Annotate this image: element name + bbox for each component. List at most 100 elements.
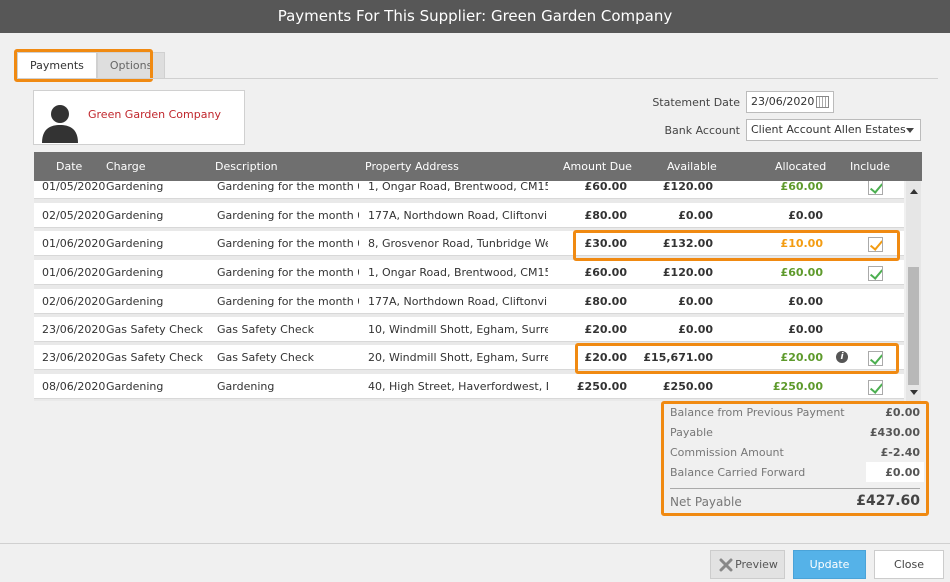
cell-allocated: £0.00 [788, 209, 823, 222]
cell-amount-due: £20.00 [584, 323, 627, 336]
include-checkbox[interactable] [868, 266, 883, 281]
col-available[interactable]: Available [667, 160, 717, 173]
table-row[interactable]: 01/06/2020 Gardening Gardening for the m… [34, 260, 904, 285]
cell-charge: Gardening [106, 209, 164, 222]
payable-label: Payable [670, 426, 713, 439]
cell-amount-due: £250.00 [576, 380, 627, 393]
table-row[interactable]: 01/06/2020 Gardening Gardening for the m… [34, 231, 904, 256]
summary-net-payable: Net Payable £427.60 [670, 488, 920, 510]
scroll-down-icon[interactable] [910, 390, 918, 395]
commission-label: Commission Amount [670, 446, 784, 459]
table-row[interactable]: 02/05/2020 Gardening Gardening for the m… [34, 203, 904, 228]
cell-amount-due: £60.00 [584, 266, 627, 279]
payment-summary: Balance from Previous Payment £0.00 Paya… [664, 404, 924, 512]
col-date[interactable]: Date [56, 160, 82, 173]
cell-description: Gardening for the month 0... [217, 295, 359, 308]
cell-charge: Gardening [106, 380, 164, 393]
cell-description: Gardening [217, 380, 275, 393]
bcf-value: £0.00 [885, 466, 920, 479]
calendar-icon[interactable] [816, 96, 829, 108]
cell-charge: Gas Safety Check [106, 351, 204, 364]
cell-date: 23/06/2020 [42, 323, 106, 336]
cell-description: Gardening for the month 0... [217, 181, 359, 193]
cell-amount-due: £20.00 [584, 351, 627, 364]
cell-address: 1, Ongar Road, Brentwood, CM15 ... [368, 266, 548, 279]
net-payable-value: £427.60 [856, 493, 920, 509]
table-row[interactable]: 08/06/2020 Gardening Gardening 40, High … [34, 374, 904, 399]
cell-available: £250.00 [662, 380, 713, 393]
net-payable-label: Net Payable [670, 495, 742, 509]
scroll-thumb[interactable] [908, 267, 919, 385]
statement-date-label: Statement Date [652, 96, 740, 109]
cell-address: 177A, Northdown Road, Cliftonvill... [368, 209, 548, 222]
cell-available: £132.00 [662, 237, 713, 250]
bank-account-value: Client Account Allen Estates [751, 123, 906, 136]
summary-commission: Commission Amount £-2.40 [670, 442, 920, 462]
bcf-label: Balance Carried Forward [670, 466, 806, 479]
cell-description: Gardening for the month 0... [217, 209, 359, 222]
statement-date-field[interactable]: 23/06/2020 [746, 91, 834, 113]
summary-payable: Payable £430.00 [670, 422, 920, 442]
close-x-icon [719, 558, 733, 572]
cell-available: £0.00 [678, 209, 713, 222]
cell-available: £0.00 [678, 295, 713, 308]
preview-button[interactable]: Preview [710, 550, 785, 579]
col-include[interactable]: Include [850, 160, 890, 173]
cell-charge: Gardening [106, 295, 164, 308]
summary-bcf: Balance Carried Forward £0.00 [670, 462, 924, 482]
bank-account-label: Bank Account [664, 124, 740, 137]
cell-description: Gas Safety Check [217, 323, 315, 336]
include-checkbox[interactable] [868, 380, 883, 395]
payments-grid: 01/05/2020 Gardening Gardening for the m… [34, 181, 904, 401]
cell-description: Gardening for the month 0... [217, 266, 359, 279]
col-amount-due[interactable]: Amount Due [563, 160, 632, 173]
cell-available: £120.00 [662, 181, 713, 193]
col-allocated[interactable]: Allocated [775, 160, 826, 173]
summary-balance-prev: Balance from Previous Payment £0.00 [670, 402, 920, 422]
cell-amount-due: £80.00 [584, 295, 627, 308]
cell-date: 01/06/2020 [42, 266, 106, 279]
tab-payments[interactable]: Payments [17, 52, 97, 78]
chevron-down-icon [906, 128, 914, 133]
cell-amount-due: £30.00 [584, 237, 627, 250]
tab-options[interactable]: Options [96, 52, 166, 78]
table-row[interactable]: 23/06/2020 Gas Safety Check Gas Safety C… [34, 317, 904, 342]
cell-charge: Gas Safety Check [106, 323, 204, 336]
scroll-up-icon[interactable] [910, 189, 918, 194]
cell-available: £0.00 [678, 323, 713, 336]
footer-divider [0, 543, 950, 544]
include-checkbox[interactable] [868, 351, 883, 366]
cell-description: Gas Safety Check [217, 351, 315, 364]
table-row[interactable]: 23/06/2020 Gas Safety Check Gas Safety C… [34, 345, 904, 370]
cell-allocated: £60.00 [780, 181, 823, 193]
include-checkbox[interactable] [868, 181, 883, 195]
cell-amount-due: £60.00 [584, 181, 627, 193]
cell-charge: Gardening [106, 266, 164, 279]
cell-address: 10, Windmill Shott, Egham, Surrey,... [368, 323, 548, 336]
cell-allocated: £10.00 [780, 237, 823, 250]
cell-address: 177A, Northdown Road, Cliftonvill... [368, 295, 548, 308]
col-charge[interactable]: Charge [106, 160, 145, 173]
cell-date: 01/05/2020 [42, 181, 106, 193]
cell-date: 23/06/2020 [42, 351, 106, 364]
table-row[interactable]: 01/05/2020 Gardening Gardening for the m… [34, 181, 904, 199]
cell-address: 8, Grosvenor Road, Tunbridge Wel... [368, 237, 548, 250]
grid-scrollbar[interactable] [906, 181, 921, 401]
tab-strip: Payments Options [17, 52, 166, 79]
cell-allocated: £20.00 [780, 351, 823, 364]
cell-date: 02/06/2020 [42, 295, 106, 308]
update-button[interactable]: Update [793, 550, 866, 579]
table-row[interactable]: 02/06/2020 Gardening Gardening for the m… [34, 289, 904, 314]
include-checkbox[interactable] [868, 237, 883, 252]
col-description[interactable]: Description [215, 160, 278, 173]
col-property-address[interactable]: Property Address [365, 160, 459, 173]
info-icon[interactable]: i [836, 351, 848, 363]
balance-prev-value: £0.00 [885, 406, 920, 419]
cell-charge: Gardening [106, 181, 164, 193]
payable-value: £430.00 [869, 426, 920, 439]
cell-address: 40, High Street, Haverfordwest, Dy... [368, 380, 548, 393]
close-button[interactable]: Close [874, 550, 944, 579]
cell-address: 1, Ongar Road, Brentwood, CM15 ... [368, 181, 548, 193]
cell-allocated: £0.00 [788, 295, 823, 308]
bank-account-select[interactable]: Client Account Allen Estates [746, 119, 921, 141]
